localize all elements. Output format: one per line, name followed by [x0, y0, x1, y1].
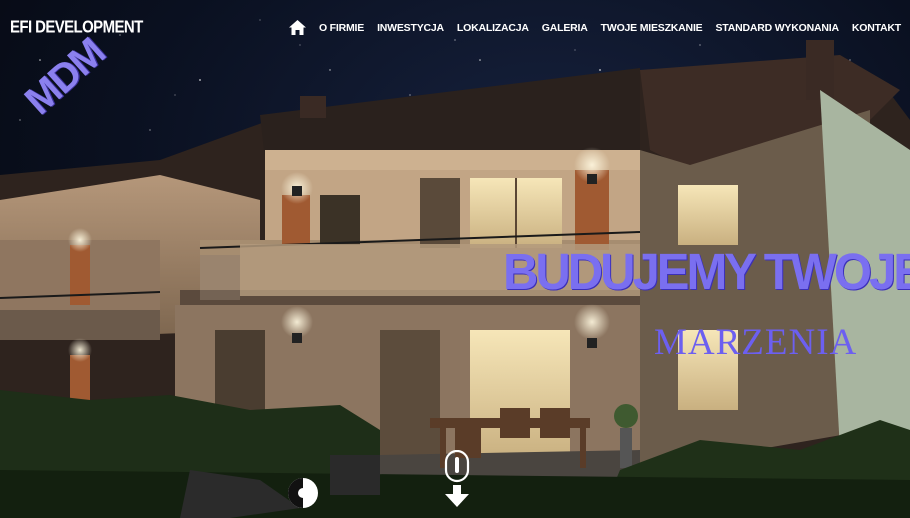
- nav-item-twoje-mieszkanie[interactable]: TWOJE MIESZKANIE: [601, 22, 703, 34]
- mouse-scroll-down-icon[interactable]: [443, 450, 471, 508]
- nav-item-lokalizacja[interactable]: LOKALIZACJA: [457, 22, 529, 34]
- home-icon[interactable]: [288, 20, 306, 35]
- hero-section: EFI DEVELOPMENT O FIRMIE INWESTYCJA LOKA…: [0, 0, 910, 518]
- nav-item-standard-wykonania[interactable]: STANDARD WYKONANIA: [715, 22, 839, 34]
- brand-logo[interactable]: EFI DEVELOPMENT: [10, 18, 143, 38]
- hero-subheadline: MARZENIA: [654, 322, 858, 363]
- top-navigation-bar: EFI DEVELOPMENT O FIRMIE INWESTYCJA LOKA…: [0, 0, 910, 56]
- main-nav: O FIRMIE INWESTYCJA LOKALIZACJA GALERIA …: [288, 20, 901, 35]
- nav-item-kontakt[interactable]: KONTAKT: [852, 22, 901, 34]
- hero-headline: BUDUJEMY TWOJE: [503, 243, 910, 301]
- circle-toggle-icon[interactable]: [286, 476, 320, 510]
- nav-item-inwestycja[interactable]: INWESTYCJA: [377, 22, 444, 34]
- nav-item-o-firmie[interactable]: O FIRMIE: [319, 22, 364, 34]
- nav-item-galeria[interactable]: GALERIA: [542, 22, 588, 34]
